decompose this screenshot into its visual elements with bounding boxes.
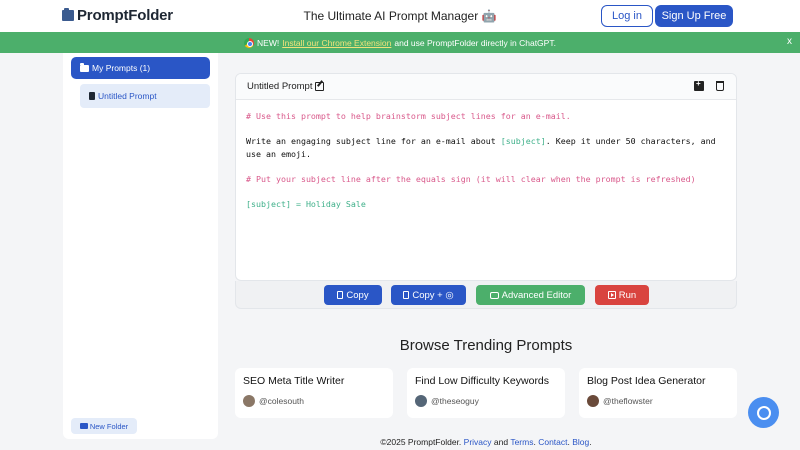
- copy-plus-label: Copy + ◎: [412, 289, 454, 301]
- advanced-editor-label: Advanced Editor: [501, 289, 572, 301]
- folder-logo-icon: [62, 8, 74, 21]
- card-title: Blog Post Idea Generator: [587, 375, 706, 387]
- new-folder-button[interactable]: New Folder: [71, 418, 137, 434]
- run-button[interactable]: Run: [595, 285, 649, 305]
- sidebar: My Prompts (1) Untitled Prompt New Folde…: [63, 53, 218, 439]
- banner-new-label: NEW!: [257, 37, 280, 48]
- copyright: ©2025 PromptFolder.: [380, 437, 462, 447]
- folder-label: My Prompts (1): [92, 63, 151, 73]
- login-button[interactable]: Log in: [601, 5, 653, 27]
- author-handle: @theflowster: [603, 396, 653, 406]
- run-icon: [607, 291, 616, 299]
- privacy-link[interactable]: Privacy: [464, 437, 492, 447]
- trending-card[interactable]: Find Low Difficulty Keywords @theseoguy: [407, 368, 565, 418]
- comment-line: # Use this prompt to help brainstorm sub…: [246, 111, 571, 121]
- card-author: @theflowster: [587, 395, 729, 407]
- announcement-banner: NEW! Install our Chrome Extension and us…: [0, 32, 800, 53]
- trending-card[interactable]: Blog Post Idea Generator @theflowster: [579, 368, 737, 418]
- new-folder-label: New Folder: [89, 421, 129, 431]
- blog-link[interactable]: Blog: [572, 437, 589, 447]
- copy-plus-button[interactable]: Copy + ◎: [391, 285, 466, 305]
- avatar: [587, 395, 599, 407]
- edit-icon[interactable]: [315, 82, 325, 91]
- editor-header: Untitled Prompt: [236, 74, 736, 100]
- prompt-editor: Untitled Prompt # Use this prompt to hel…: [235, 73, 737, 281]
- logo[interactable]: PromptFolder: [62, 7, 173, 24]
- help-chat-button[interactable]: [748, 397, 779, 428]
- advanced-editor-button[interactable]: Advanced Editor: [476, 285, 585, 305]
- banner-text: and use PromptFolder directly in ChatGPT…: [394, 37, 556, 48]
- prompt-title[interactable]: Untitled Prompt: [247, 81, 312, 92]
- subject-variable: [subject]: [500, 136, 546, 146]
- terms-link[interactable]: Terms: [510, 437, 533, 447]
- action-bar: Copy Copy + ◎ Advanced Editor Run: [235, 281, 737, 309]
- run-label: Run: [618, 289, 637, 301]
- clipboard-icon: [337, 291, 344, 299]
- variable-assignment: [subject] = Holiday Sale: [246, 198, 366, 209]
- contact-link[interactable]: Contact: [538, 437, 567, 447]
- card-author: @colesouth: [243, 395, 385, 407]
- help-icon: [756, 405, 771, 420]
- card-title: Find Low Difficulty Keywords: [415, 375, 550, 387]
- trending-card[interactable]: SEO Meta Title Writer @colesouth: [235, 368, 393, 418]
- author-handle: @theseoguy: [431, 396, 479, 406]
- card-author: @theseoguy: [415, 395, 557, 407]
- avatar: [243, 395, 255, 407]
- clipboard-icon: [403, 291, 410, 299]
- comment-line: # Put your subject line after the equals…: [246, 173, 696, 184]
- prompt-item-label: Untitled Prompt: [98, 91, 157, 101]
- top-header: PromptFolder The Ultimate AI Prompt Mana…: [0, 0, 800, 32]
- copy-button[interactable]: Copy: [324, 285, 382, 305]
- robot-icon: [489, 291, 499, 299]
- avatar: [415, 395, 427, 407]
- prompt-text-area[interactable]: # Use this prompt to help brainstorm sub…: [236, 100, 736, 210]
- prompt-body-text: Write an engaging subject line for an e-…: [246, 136, 501, 146]
- chrome-extension-link[interactable]: Install our Chrome Extension: [282, 38, 391, 48]
- chrome-icon: [244, 37, 255, 48]
- footer: ©2025 PromptFolder. Privacy and Terms. C…: [380, 437, 592, 447]
- author-handle: @colesouth: [259, 396, 305, 406]
- copy-label: Copy: [346, 289, 369, 301]
- logo-text: PromptFolder: [77, 7, 173, 24]
- signup-button[interactable]: Sign Up Free: [655, 5, 733, 27]
- tagline: The Ultimate AI Prompt Manager 🤖: [303, 9, 497, 23]
- card-title: SEO Meta Title Writer: [243, 375, 345, 387]
- move-to-folder-icon[interactable]: [694, 79, 704, 91]
- folder-my-prompts[interactable]: My Prompts (1): [71, 57, 210, 79]
- open-folder-icon: [80, 62, 89, 72]
- document-icon: [89, 92, 95, 100]
- banner-close-button[interactable]: x: [787, 36, 792, 47]
- add-folder-icon: [79, 423, 88, 429]
- trash-icon[interactable]: [716, 81, 724, 91]
- footer-and: and: [493, 437, 509, 447]
- sidebar-prompt-item[interactable]: Untitled Prompt: [80, 84, 210, 108]
- trending-heading: Browse Trending Prompts: [399, 337, 573, 354]
